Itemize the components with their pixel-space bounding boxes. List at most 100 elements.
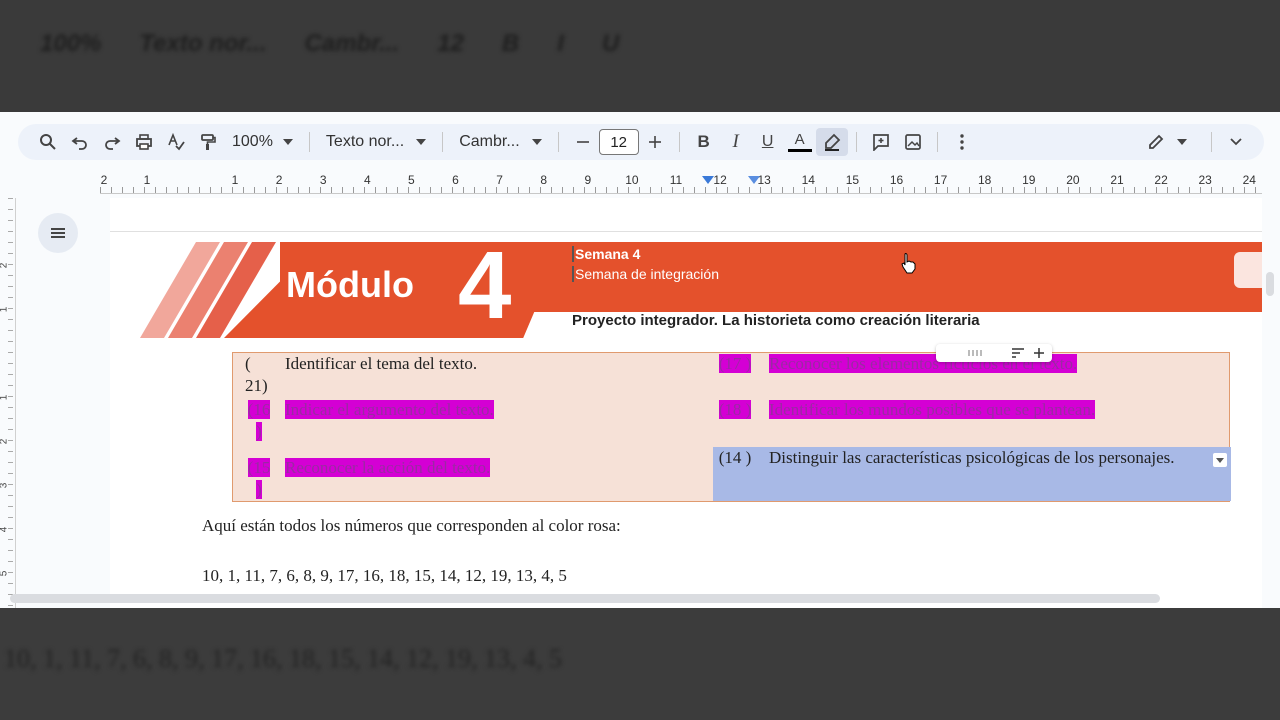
vruler-label: 2: [0, 263, 9, 269]
number-list-paragraph: 10, 1, 11, 7, 6, 8, 9, 17, 16, 18, 15, 1…: [202, 566, 567, 585]
plus-icon: [648, 136, 661, 148]
vruler-label: 1: [0, 395, 9, 401]
chevron-down-icon: [416, 139, 427, 145]
chevron-down-icon: [1177, 139, 1187, 145]
ruler-label: 3: [319, 173, 327, 187]
paint-format-button[interactable]: [192, 128, 224, 156]
ruler-label: 2: [275, 173, 283, 187]
collapse-toolbar-button[interactable]: [1220, 128, 1252, 156]
ruler-label: 20: [1066, 173, 1080, 187]
week-subtitle: Semana de integración: [572, 266, 719, 282]
divider: [308, 132, 310, 152]
vruler-label: 2: [0, 439, 9, 445]
underline-button[interactable]: U: [752, 128, 784, 156]
ruler-label: 5: [408, 173, 415, 187]
print-button[interactable]: [128, 128, 160, 156]
ruler-label: 7: [496, 173, 503, 187]
ruler-label: 23: [1198, 173, 1212, 187]
ruler-labels: 2 1 1 2 3 4 5 6 7 8 9 10 11 12 13 14 15 16 17 18 19 20 21 22 23 2…: [100, 173, 1262, 187]
page-break-area: [110, 198, 1262, 232]
redo-button[interactable]: [96, 128, 128, 156]
blurred-underline: U: [601, 30, 620, 57]
editing-mode-select[interactable]: [1131, 128, 1203, 156]
horizontal-ruler[interactable]: 2 1 1 2 3 4 5 6 7 8 9 10 11 12 13 14 15 16 17 18 19 20 21 22 23 2…: [100, 172, 1262, 194]
font-size-input[interactable]: 12: [598, 129, 639, 155]
mouse-pointer-icon: [901, 253, 916, 274]
highlight-color-button[interactable]: [815, 128, 848, 156]
undo-button[interactable]: [64, 128, 96, 156]
ruler-label: 24: [1242, 173, 1256, 187]
redo-icon: [105, 137, 121, 150]
row-text: Reconocer la acción del texto.: [285, 455, 491, 481]
module-number: 4: [458, 232, 512, 339]
module-word: Módulo: [286, 264, 414, 305]
blurred-font: Cambr...: [304, 30, 400, 57]
horizontal-scrollbar[interactable]: [10, 594, 1160, 603]
formatting-toolbar: 100% Texto nor... Cambr... 12 B I U A: [18, 124, 1264, 160]
blurred-zoom: 100%: [40, 30, 102, 57]
ruler-label: 11: [669, 173, 683, 187]
ruler-label: 9: [584, 173, 592, 187]
paint-format-icon: [201, 134, 216, 150]
bold-button[interactable]: B: [688, 128, 720, 156]
ruler-label: 16: [889, 173, 904, 187]
plus-icon: [1034, 348, 1044, 358]
font-select[interactable]: Cambr...: [451, 133, 549, 151]
blurred-font-size: 12: [437, 30, 464, 57]
row-text: Identificar los mundos posibles que se p…: [769, 397, 1096, 423]
docs-window: 100% Texto nor... Cambr... 12 B I U A 2 …: [0, 112, 1280, 608]
ruler-label: 19: [1022, 173, 1036, 187]
ruler-label: 6: [452, 173, 459, 187]
document-outline-button[interactable]: [38, 213, 78, 253]
paragraph-style-value: Texto nor...: [325, 133, 405, 150]
ruler-label: 22: [1154, 173, 1168, 187]
row-number-text: (15 ): [247, 458, 271, 499]
row-text: Distinguir las características psicológi…: [769, 448, 1175, 467]
blurred-ruler: [0, 88, 1280, 112]
row-number: (15 ): [245, 457, 273, 501]
chevron-down-icon: [282, 139, 293, 145]
row-number: (16 ): [245, 399, 273, 443]
first-line-indent-marker[interactable]: [702, 176, 714, 184]
left-indent-marker[interactable]: [748, 176, 760, 184]
chevron-down-icon: [1216, 457, 1224, 463]
search-menu-button[interactable]: [32, 128, 64, 156]
table-row-handle[interactable]: [936, 344, 1052, 362]
spellcheck-icon: [168, 133, 185, 151]
body-paragraph: Aquí están todos los números que corresp…: [202, 516, 621, 535]
divider: [855, 132, 857, 152]
activities-table[interactable]: ( 21) Identificar el tema del texto. (16…: [232, 352, 1231, 502]
italic-button[interactable]: I: [720, 128, 752, 156]
week-title: Semana 4: [572, 246, 640, 262]
text-color-swatch: [787, 148, 812, 152]
vertical-scrollbar[interactable]: [1266, 272, 1274, 296]
outline-icon: [51, 232, 65, 234]
blurred-toolbar: 100% Texto nor... Cambr... 12 B I U: [0, 0, 1280, 88]
text-color-button[interactable]: A: [784, 128, 816, 156]
add-comment-button[interactable]: [865, 128, 897, 156]
ruler-label: 15: [845, 173, 860, 187]
row-number-text: ( 21): [245, 354, 268, 395]
row-text-highlighted: Indicar el argumento del texto.: [285, 400, 494, 419]
spellcheck-button[interactable]: [160, 128, 192, 156]
text-color-letter: A: [794, 130, 805, 148]
more-options-button[interactable]: [946, 128, 978, 156]
ruler-ticks: [100, 187, 1262, 193]
blurred-italic: I: [557, 30, 564, 57]
insert-image-button[interactable]: [897, 128, 929, 156]
ruler-label: 8: [540, 173, 548, 187]
decrease-font-size-button[interactable]: [567, 128, 599, 156]
more-icon: [959, 134, 964, 150]
document-page[interactable]: Módulo 4 Semana 4 Semana de integración …: [110, 198, 1262, 608]
zoom-select[interactable]: 100%: [224, 133, 301, 151]
ruler-label: 1: [231, 173, 239, 187]
vruler-label: 5: [0, 571, 9, 577]
cell-dropdown-button[interactable]: [1213, 453, 1227, 467]
module-banner-image[interactable]: Módulo 4 Semana 4 Semana de integración …: [110, 236, 1262, 352]
screen: 100% Texto nor... Cambr... 12 B I U 10, …: [0, 0, 1280, 720]
blurred-background-bottom: 10, 1, 11, 7, 6, 8, 9, 17, 16, 18, 15, 1…: [0, 608, 1280, 720]
toolbar-right-group: [1131, 128, 1252, 156]
increase-font-size-button[interactable]: [639, 128, 671, 156]
row-number: (18 ): [715, 399, 755, 421]
paragraph-style-select[interactable]: Texto nor...: [318, 133, 434, 151]
